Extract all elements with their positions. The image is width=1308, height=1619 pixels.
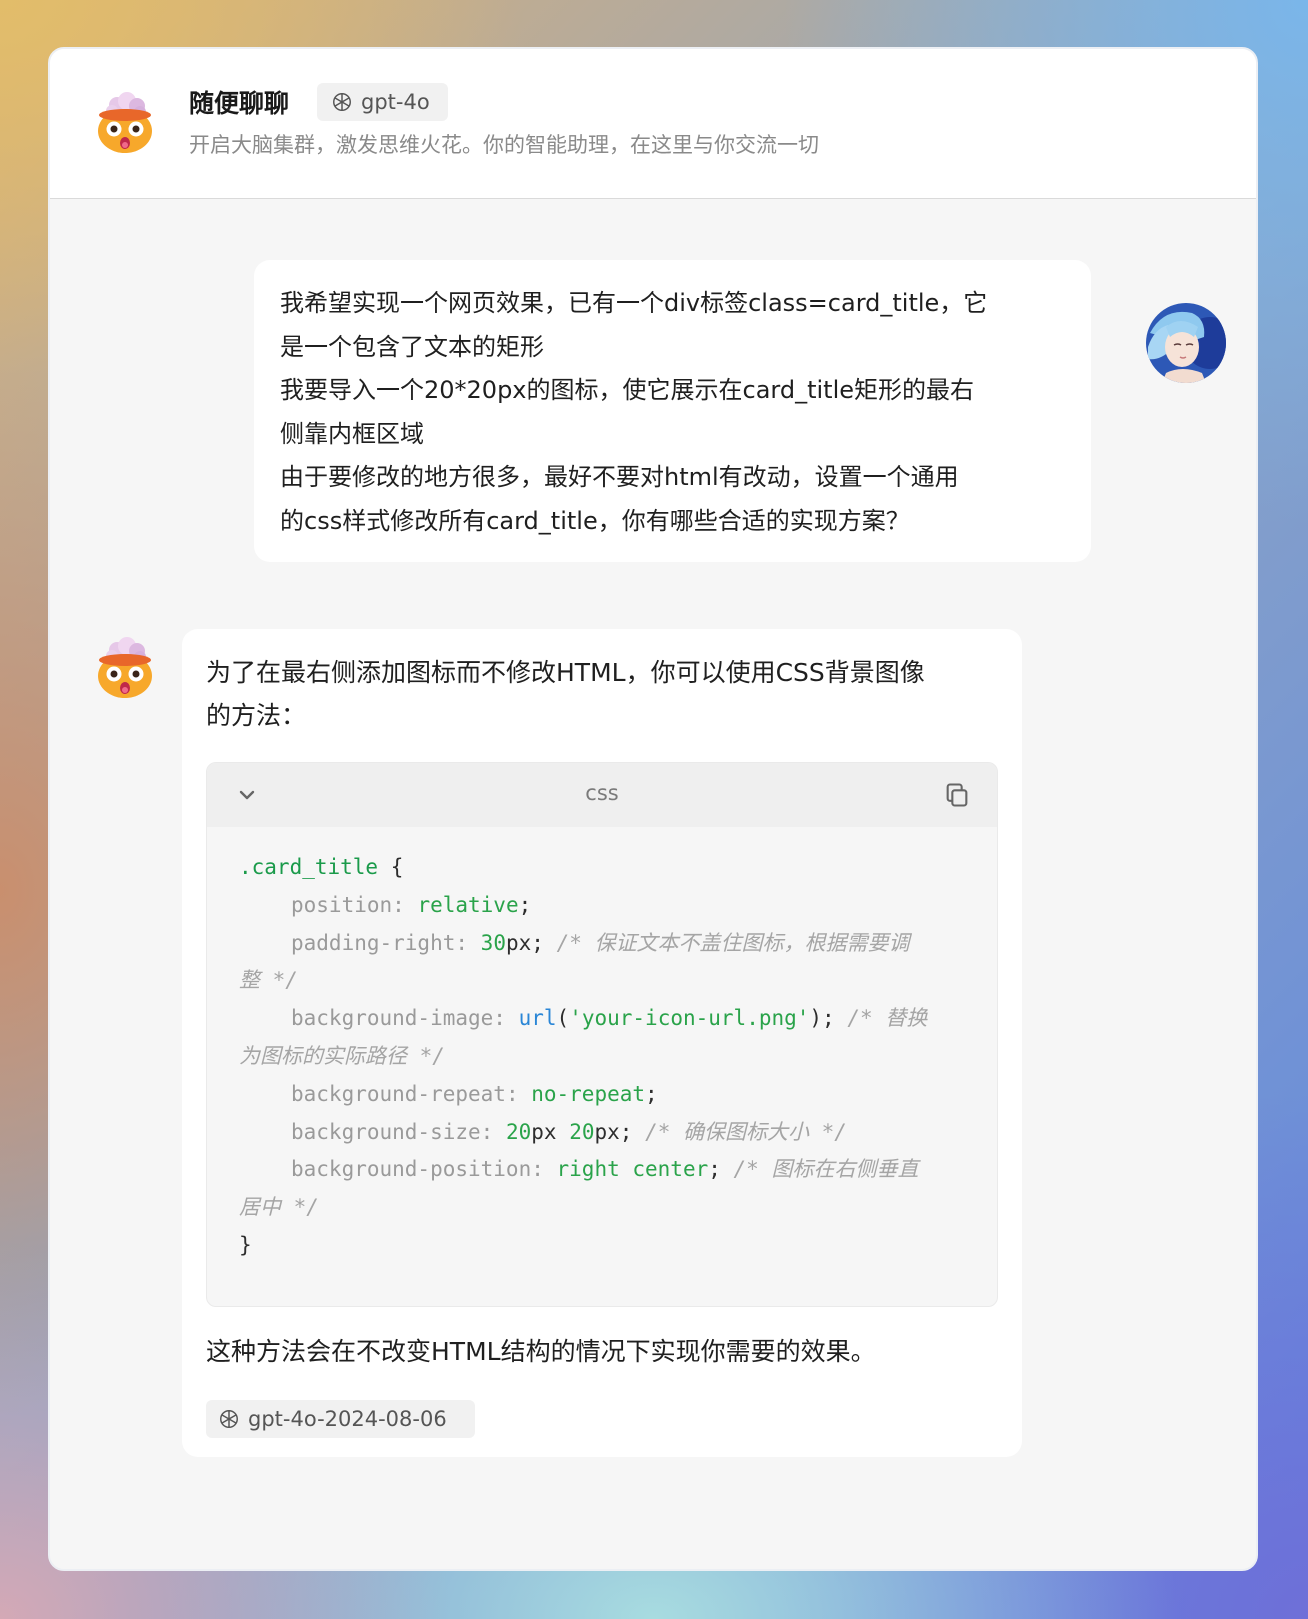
code-line: background-repeat: no-repeat; [291,1081,658,1106]
response-model-tag[interactable]: gpt-4o-2024-08-06 [206,1400,475,1438]
code-line: } [239,1232,252,1257]
model-badge[interactable]: gpt-4o [317,83,448,121]
user-message-bubble: 我希望实现一个网页效果，已有一个div标签class=card_title，它 … [254,260,1091,562]
chat-subtitle: 开启大脑集群，激发思维火花。你的智能助理，在这里与你交流一切 [189,133,819,157]
code-line: 居中 */ [239,1195,319,1220]
user-message-line: 侧靠内框区域 [280,419,424,448]
exploding-head-icon [98,92,152,153]
code-line: background-position: right center; /* 图标… [291,1157,919,1182]
code-block-header: css [207,763,997,827]
code-line: padding-right: 30px; /* 保证文本不盖住图标，根据需要调 [291,930,910,955]
code-language-label: css [585,781,619,805]
code-line: background-size: 20px 20px; /* 确保图标大小 */ [291,1119,847,1144]
code-line: background-image: url('your-icon-url.png… [291,1006,928,1031]
openai-logo-icon [333,93,351,111]
user-message-line: 我希望实现一个网页效果，已有一个div标签class=card_title，它 [280,289,988,317]
assistant-intro-line: 的方法： [206,701,307,730]
chat-title: 随便聊聊 [189,89,290,118]
openai-logo-icon [220,1410,238,1428]
user-message-line: 我要导入一个20*20px的图标，使它展示在card_title矩形的最右 [280,376,975,404]
copy-icon[interactable] [943,781,971,809]
code-line: 为图标的实际路径 */ [239,1043,445,1068]
code-content: .card_title { position: relative; paddin… [239,849,967,1265]
response-model-label: gpt-4o-2024-08-06 [248,1407,447,1431]
chat-window: 随便聊聊 gpt-4o 开启大脑集群，激发思维火花。你的智能助理，在这里与你交流… [48,47,1258,1571]
code-line: 整 */ [239,968,298,993]
user-message-line: 由于要修改的地方很多，最好不要对html有改动，设置一个通用 [280,463,959,491]
model-badge-label: gpt-4o [361,90,430,114]
user-message-line: 是一个包含了文本的矩形 [280,332,544,361]
code-line: .card_title { [239,855,404,879]
user-message-line: 的css样式修改所有card_title，你有哪些合适的实现方案？ [280,506,910,535]
assistant-message-bubble: 为了在最右侧添加图标而不修改HTML，你可以使用CSS背景图像 的方法： css… [182,629,1022,1457]
code-block: css .card_title { position: relative; pa… [206,762,998,1307]
chat-header: 随便聊聊 gpt-4o 开启大脑集群，激发思维火花。你的智能助理，在这里与你交流… [50,49,1256,199]
assistant-avatar-icon [98,637,152,698]
assistant-outro: 这种方法会在不改变HTML结构的情况下实现你需要的效果。 [206,1337,876,1366]
code-line: position: relative; [291,892,532,917]
user-avatar[interactable] [1146,303,1226,383]
assistant-intro-line: 为了在最右侧添加图标而不修改HTML，你可以使用CSS背景图像 [206,658,925,687]
